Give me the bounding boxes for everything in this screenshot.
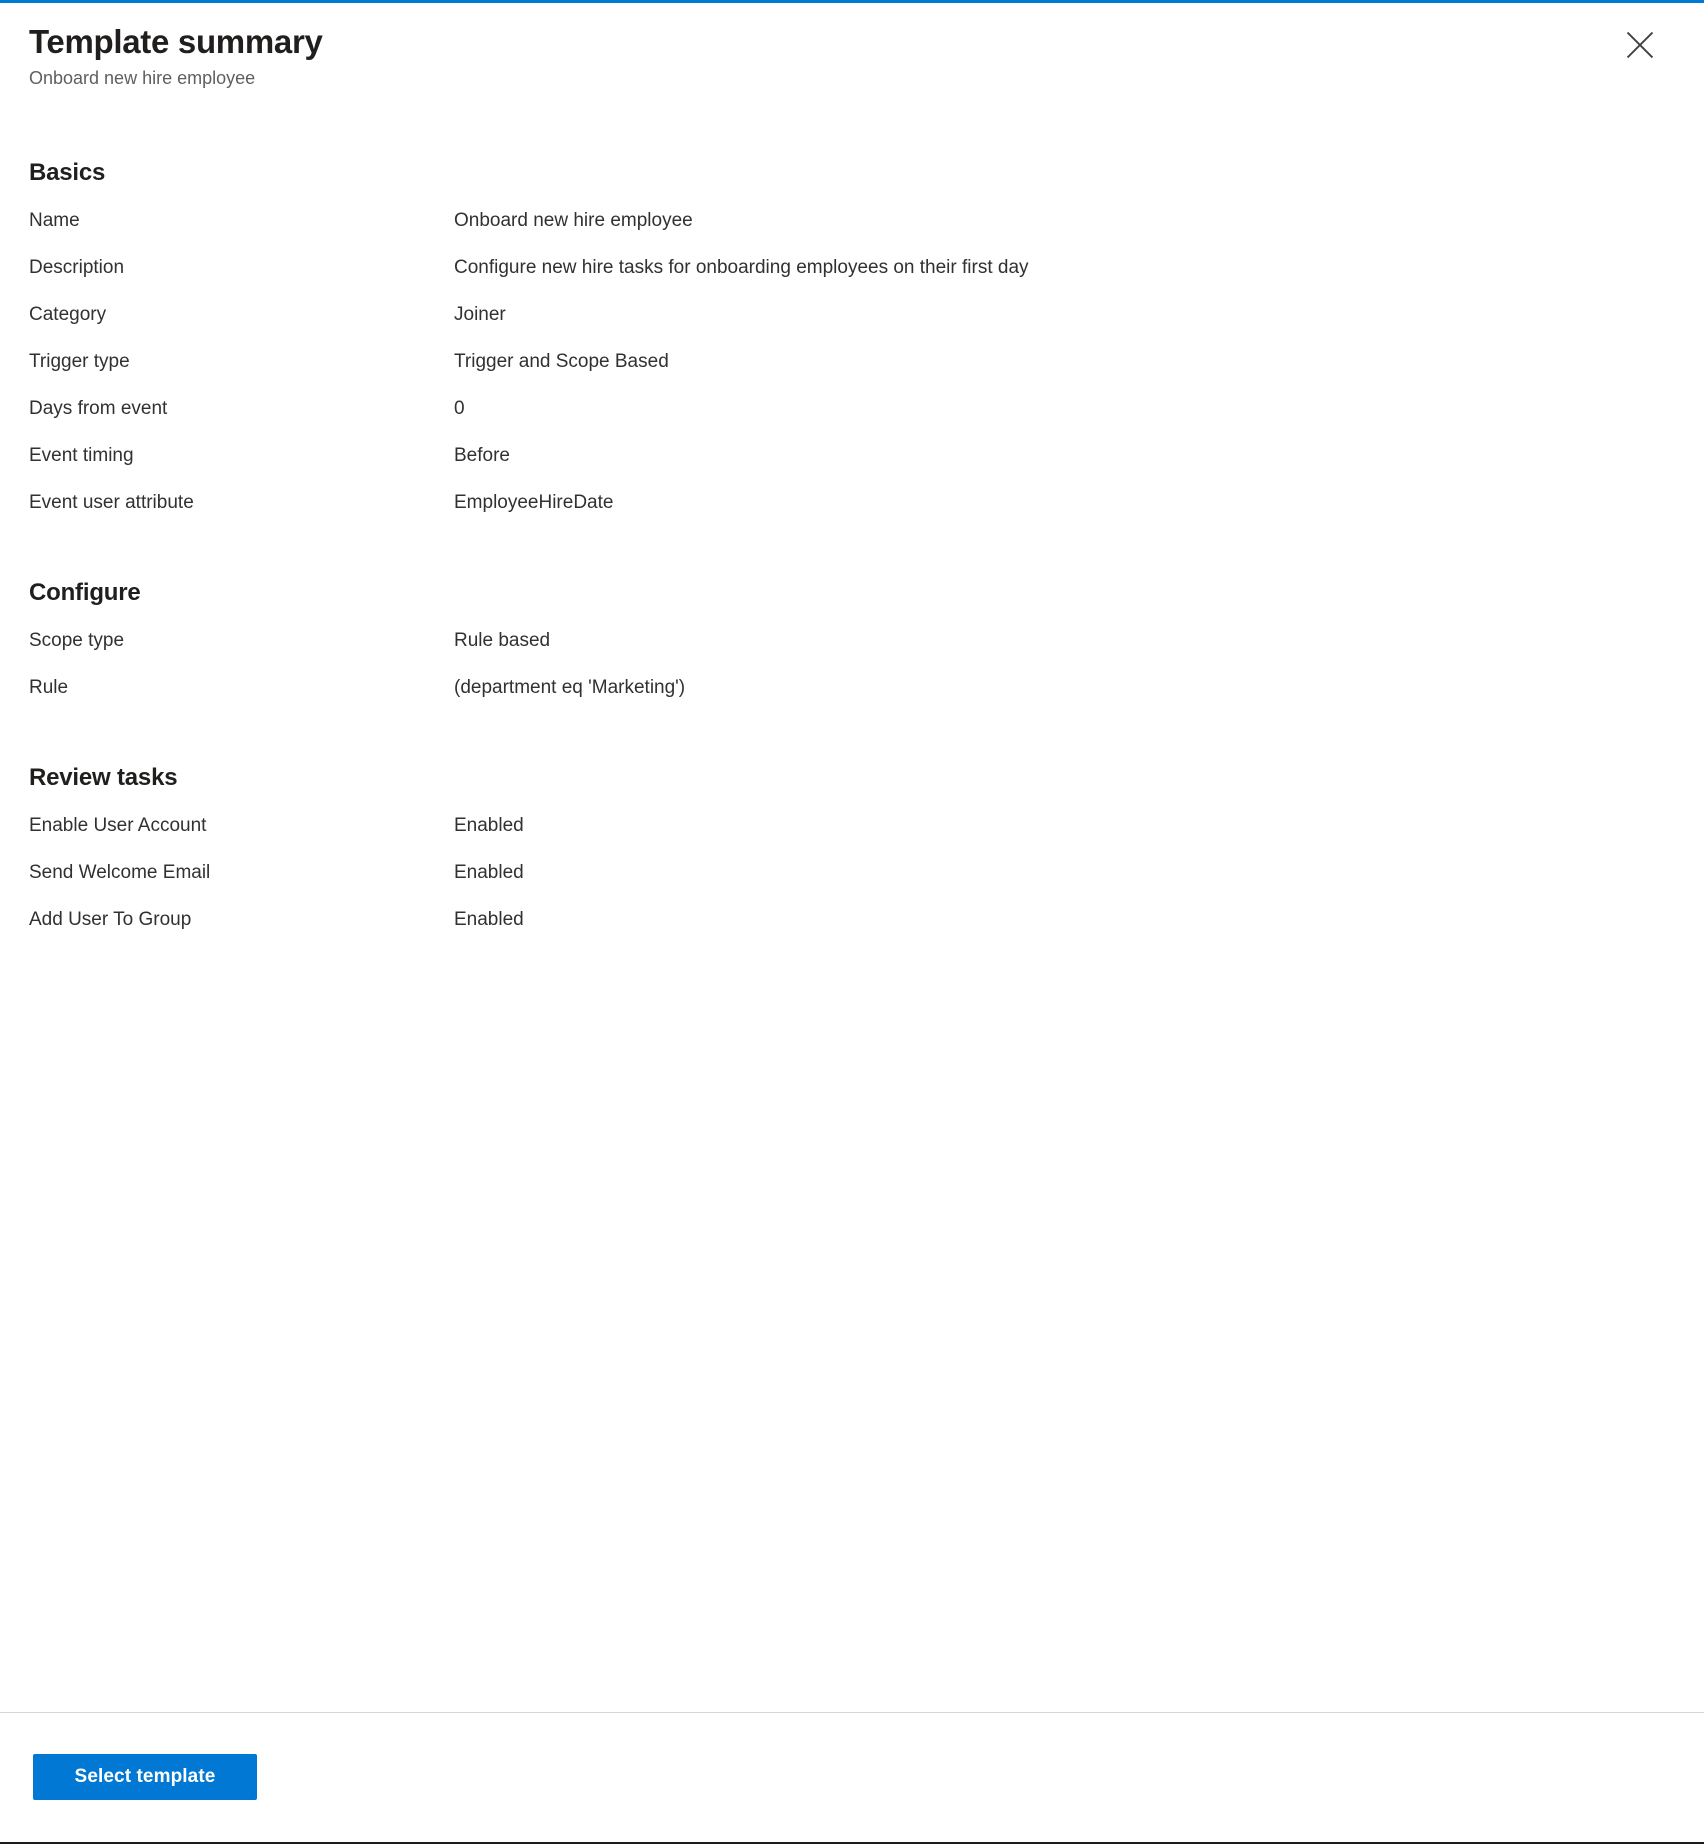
row-label: Enable User Account [29,815,207,836]
row-label: Days from event [29,398,168,419]
panel-header: Template summary Onboard new hire employ… [0,3,1704,91]
row-value: Enabled [454,862,524,883]
row-label: Trigger type [29,351,130,372]
summary-row-trigger-type: Trigger type Trigger and Scope Based [29,349,1674,396]
panel-body: Basics Name Onboard new hire employee De… [0,91,1704,1712]
row-label: Send Welcome Email [29,862,211,883]
summary-row-send-welcome-email: Send Welcome Email Enabled [29,860,1674,907]
row-value: Enabled [454,909,524,930]
page-subtitle: Onboard new hire employee [29,68,256,88]
row-value: Rule based [454,630,551,651]
row-value: Onboard new hire employee [454,210,693,231]
title-block: Template summary Onboard new hire employ… [29,21,1674,91]
section-basics: Basics Name Onboard new hire employee De… [29,157,1674,537]
section-heading-configure: Configure [29,579,141,606]
row-label: Name [29,210,80,231]
select-template-button[interactable]: Select template [33,1754,257,1800]
row-value: Configure new hire tasks for onboarding … [454,257,1029,278]
summary-row-enable-user-account: Enable User Account Enabled [29,813,1674,860]
row-value: EmployeeHireDate [454,492,614,513]
row-label: Description [29,257,125,278]
section-heading-review-tasks: Review tasks [29,764,178,791]
row-value: Joiner [454,304,506,325]
row-label: Add User To Group [29,909,192,930]
section-review-tasks: Review tasks Enable User Account Enabled… [29,762,1674,954]
row-label: Rule [29,677,69,698]
summary-row-description: Description Configure new hire tasks for… [29,255,1674,302]
summary-row-name: Name Onboard new hire employee [29,208,1674,255]
section-heading-basics: Basics [29,159,106,186]
section-configure: Configure Scope type Rule based Rule (de… [29,577,1674,722]
summary-row-event-user-attribute: Event user attribute EmployeeHireDate [29,490,1674,537]
summary-row-category: Category Joiner [29,302,1674,349]
template-summary-panel: Template summary Onboard new hire employ… [0,0,1704,1844]
row-value: Trigger and Scope Based [454,351,669,372]
row-value: (department eq 'Marketing') [454,677,686,698]
summary-row-event-timing: Event timing Before [29,443,1674,490]
page-title: Template summary [29,23,323,60]
row-label: Event user attribute [29,492,194,513]
panel-footer: Select template [0,1712,1704,1842]
row-label: Event timing [29,445,134,466]
row-value: 0 [454,398,465,419]
row-value: Enabled [454,815,524,836]
summary-row-days-from-event: Days from event 0 [29,396,1674,443]
row-value: Before [454,445,510,466]
close-icon [1627,32,1653,58]
row-label: Category [29,304,107,325]
summary-row-add-user-to-group: Add User To Group Enabled [29,907,1674,954]
summary-row-scope-type: Scope type Rule based [29,628,1674,675]
row-label: Scope type [29,630,125,651]
summary-row-rule: Rule (department eq 'Marketing') [29,675,1674,722]
close-button[interactable] [1618,23,1662,67]
